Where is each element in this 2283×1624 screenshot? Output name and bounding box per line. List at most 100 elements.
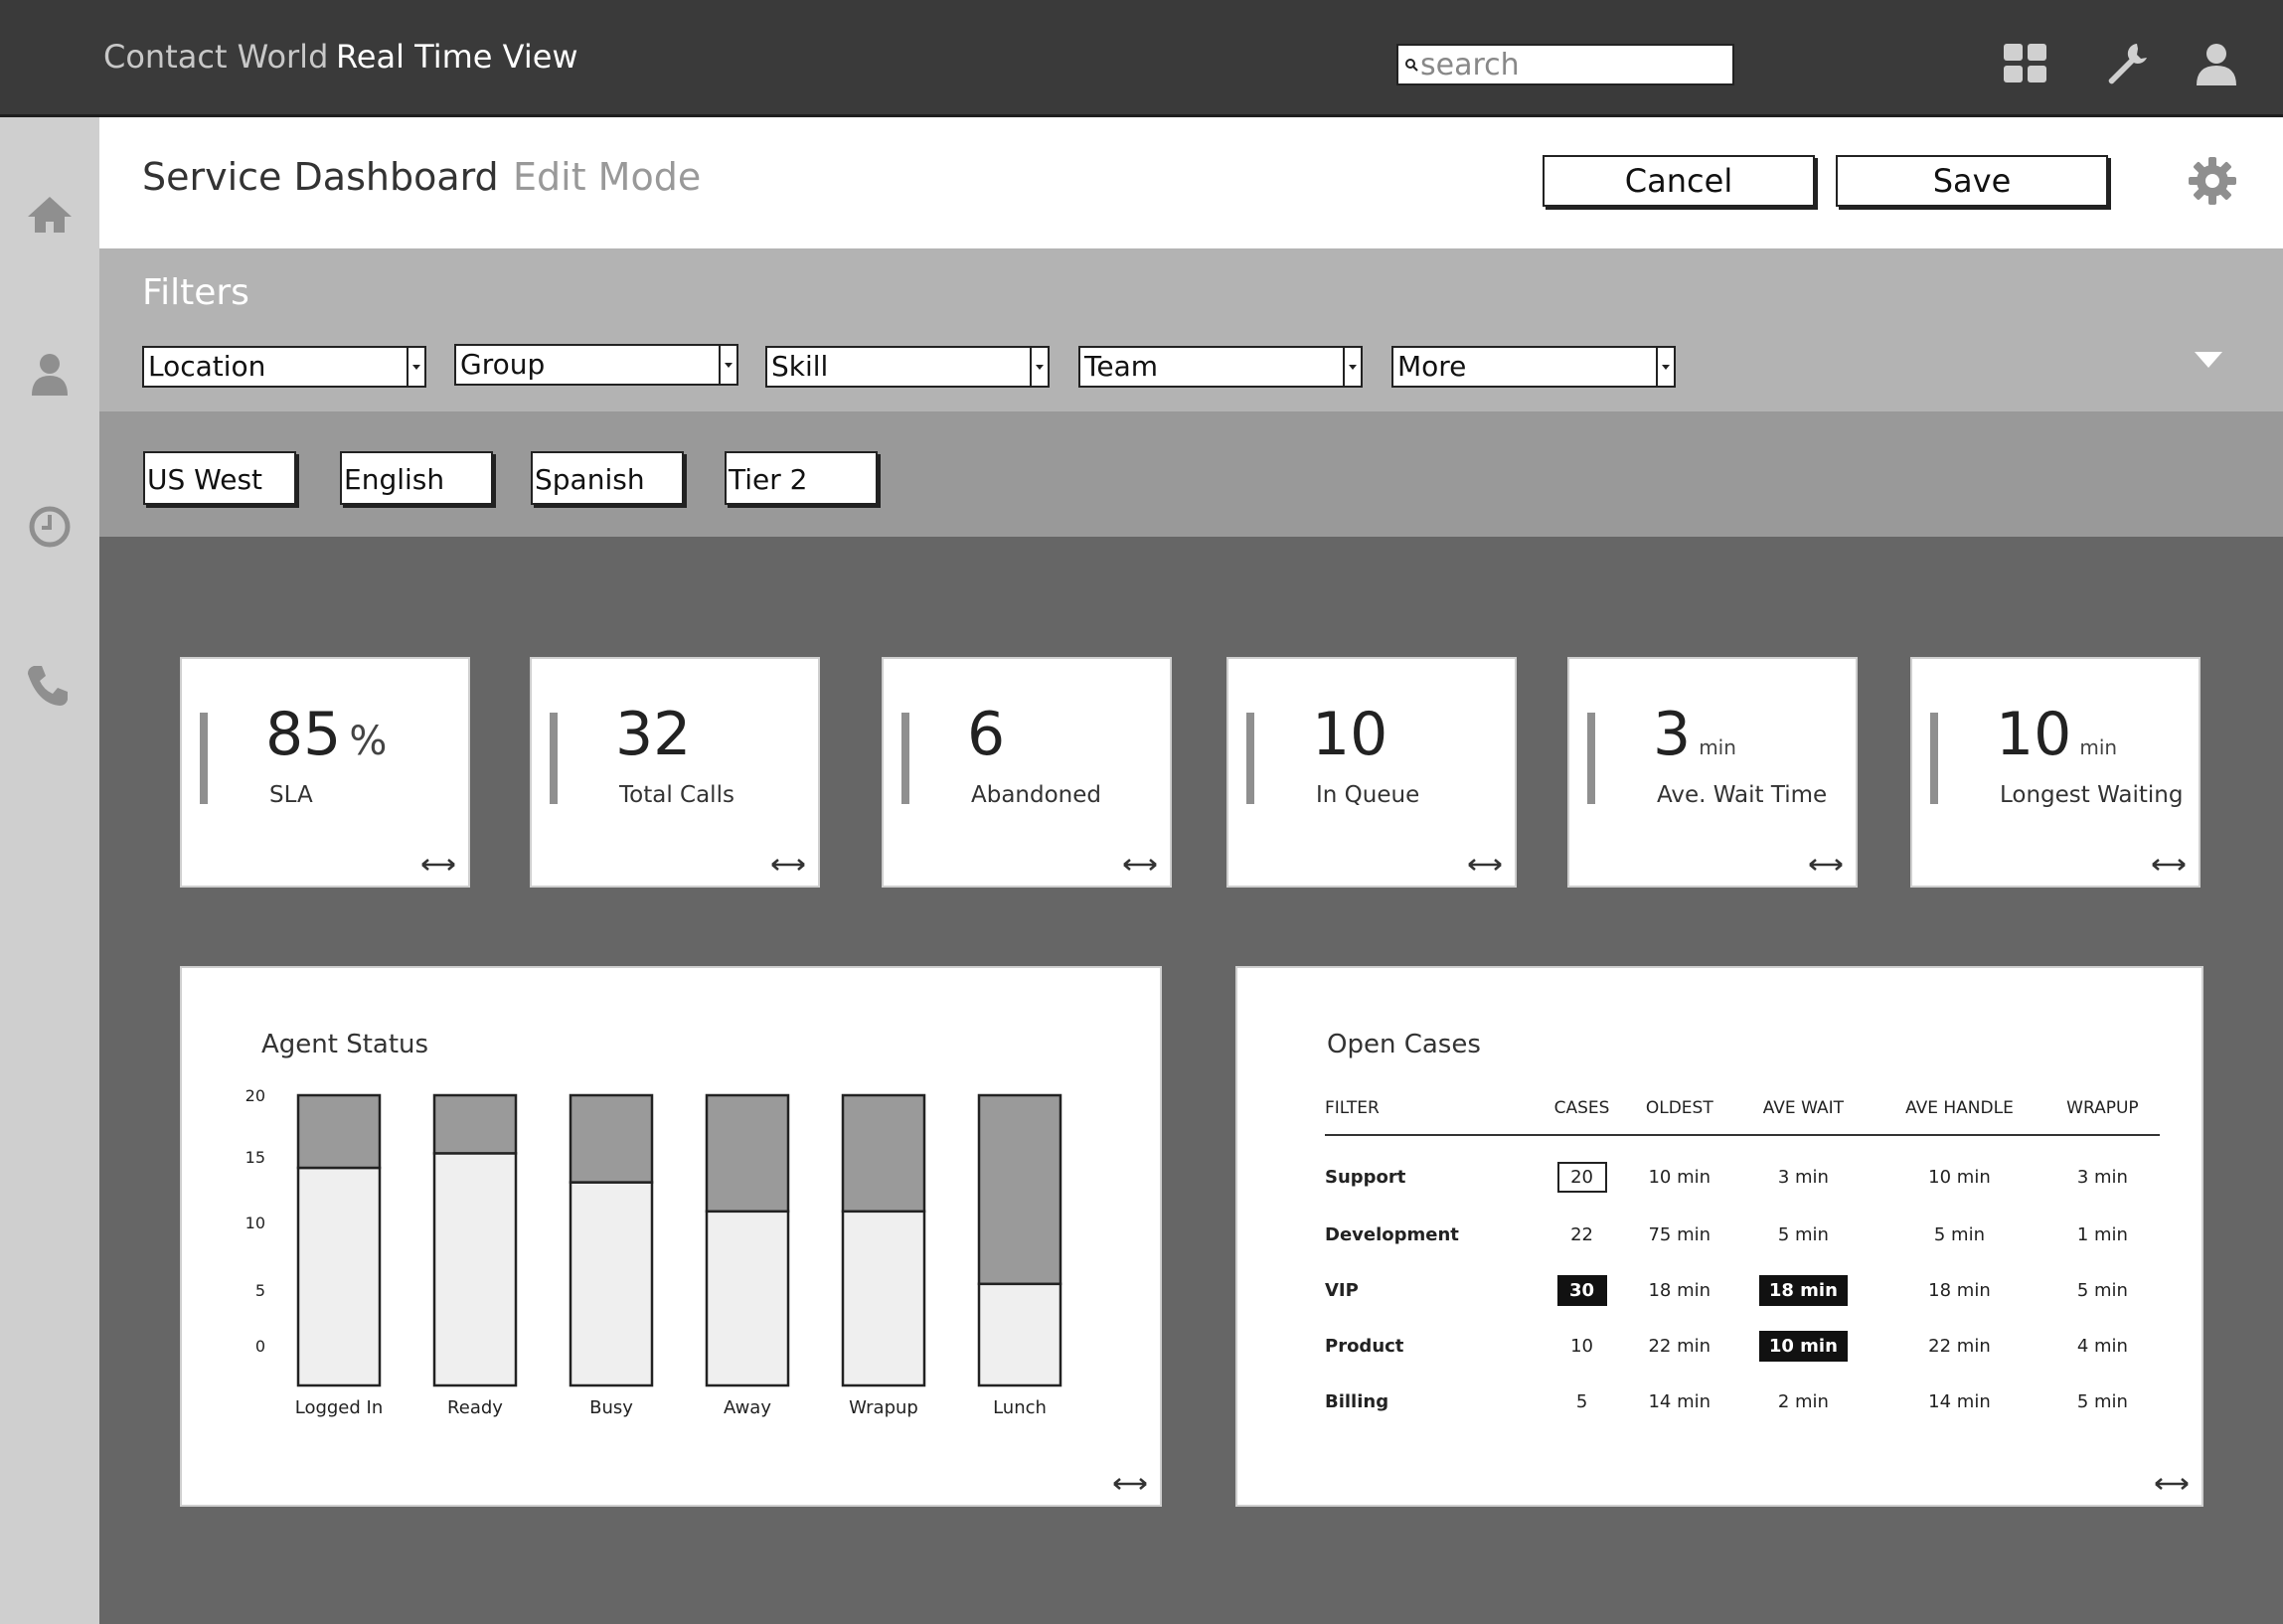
- chip-label: Spanish: [535, 463, 645, 496]
- user-icon[interactable]: [2191, 38, 2242, 89]
- page-title: Service Dashboard: [142, 155, 499, 199]
- kpi-card-ave-wait-time[interactable]: 3 min Ave. Wait Time: [1567, 657, 1858, 888]
- kpi-card-longest-waiting[interactable]: 10 min Longest Waiting: [1910, 657, 2201, 888]
- cell-value: 18 min: [1928, 1279, 1991, 1301]
- dropdown-arrow-icon[interactable]: [407, 348, 424, 386]
- phone-icon[interactable]: [24, 660, 76, 712]
- table-cell: 5 min: [1733, 1207, 1874, 1262]
- column-header[interactable]: CASES: [1538, 1095, 1626, 1136]
- table-row[interactable]: VIP 30 18 min 18 min 18 min 5 min: [1325, 1262, 2160, 1318]
- cell-value: 10: [1570, 1335, 1594, 1357]
- bar-segment-logged-in-0[interactable]: [296, 1166, 382, 1387]
- bar-segment-away-0[interactable]: [705, 1210, 790, 1387]
- filter-chip[interactable]: Tier 2: [725, 451, 878, 505]
- location-dropdown[interactable]: Location: [142, 346, 426, 388]
- skill-dropdown[interactable]: Skill: [765, 346, 1050, 388]
- person-icon[interactable]: [24, 348, 76, 400]
- kpi-accent-bar: [550, 713, 558, 804]
- column-header[interactable]: AVE WAIT: [1732, 1095, 1875, 1136]
- bar-segment-ready-1[interactable]: [432, 1093, 518, 1155]
- bar-segment-wrapup-1[interactable]: [841, 1093, 926, 1214]
- y-tick-label: 5: [255, 1281, 265, 1300]
- table-cell: 14 min: [1874, 1374, 2045, 1429]
- dropdown-label: Skill: [771, 350, 829, 383]
- x-category-label: Lunch: [993, 1397, 1047, 1418]
- resize-icon[interactable]: [1808, 858, 1844, 872]
- open-cases-panel[interactable]: Open Cases FILTER CASES OLDEST AVE WAIT AVE …: [1235, 966, 2203, 1507]
- table-row[interactable]: Product 10 22 min 10 min 22 min 4 min: [1325, 1318, 2160, 1374]
- kpi-card-sla[interactable]: 85% SLA: [180, 657, 470, 888]
- save-button[interactable]: Save: [1836, 155, 2108, 207]
- kpi-card-total-calls[interactable]: 32 Total Calls: [530, 657, 820, 888]
- bar-segment-logged-in-1[interactable]: [296, 1093, 382, 1170]
- search-box[interactable]: [1396, 44, 1734, 85]
- kpi-label: Abandoned: [971, 782, 1102, 808]
- bar-segment-busy-0[interactable]: [569, 1181, 654, 1387]
- kpi-label: Total Calls: [619, 782, 734, 808]
- x-category-label: Wrapup: [849, 1397, 918, 1418]
- resize-icon[interactable]: [2151, 858, 2187, 872]
- kpi-value: 32: [615, 700, 692, 769]
- table-row[interactable]: Billing 5 14 min 2 min 14 min 5 min: [1325, 1374, 2160, 1429]
- view-title[interactable]: Real Time View: [336, 38, 578, 76]
- dropdown-arrow-icon[interactable]: [1343, 348, 1361, 386]
- grid-icon[interactable]: [2000, 38, 2051, 89]
- filter-chip[interactable]: Spanish: [531, 451, 684, 505]
- column-header[interactable]: WRAPUP: [2044, 1095, 2160, 1136]
- resize-icon[interactable]: [770, 858, 806, 872]
- table-cell: 14 min: [1626, 1374, 1733, 1429]
- filter-chip[interactable]: English: [340, 451, 493, 505]
- column-header[interactable]: AVE HANDLE: [1874, 1095, 2045, 1136]
- table-cell: 10: [1538, 1318, 1626, 1374]
- more-dropdown[interactable]: More: [1391, 346, 1676, 388]
- kpi-card-abandoned[interactable]: 6 Abandoned: [882, 657, 1172, 888]
- table-row[interactable]: Development 22 75 min 5 min 5 min 1 min: [1325, 1207, 2160, 1262]
- top-bar: Contact World Real Time View: [0, 0, 2283, 117]
- resize-icon[interactable]: [2154, 1477, 2190, 1491]
- kpi-card-in-queue[interactable]: 10 In Queue: [1226, 657, 1517, 888]
- resize-icon[interactable]: [420, 858, 456, 872]
- app-title[interactable]: Contact World: [103, 38, 328, 76]
- filters-panel: Filters Location Group Skill Team More: [99, 248, 2283, 411]
- resize-icon[interactable]: [1112, 1477, 1148, 1491]
- table-cell: 20: [1538, 1135, 1626, 1207]
- bar-segment-lunch-1[interactable]: [977, 1093, 1062, 1286]
- column-header[interactable]: OLDEST: [1625, 1095, 1733, 1136]
- search-input[interactable]: [1420, 46, 1730, 83]
- resize-icon[interactable]: [1122, 858, 1158, 872]
- clock-icon[interactable]: [24, 501, 76, 553]
- dropdown-arrow-icon[interactable]: [1656, 348, 1674, 386]
- cell-value: Development: [1325, 1223, 1459, 1245]
- cancel-button[interactable]: Cancel: [1543, 155, 1815, 207]
- dropdown-arrow-icon[interactable]: [1030, 348, 1048, 386]
- dropdown-label: Team: [1084, 350, 1159, 383]
- kpi-value: 10: [1312, 700, 1388, 769]
- cell-value: 5 min: [2076, 1279, 2128, 1301]
- search-icon: [1405, 59, 1418, 72]
- table-cell: 5 min: [1874, 1207, 2045, 1262]
- team-dropdown[interactable]: Team: [1078, 346, 1363, 388]
- kpi-unit: min: [1699, 735, 1736, 759]
- table-cell: 5: [1538, 1374, 1626, 1429]
- dropdown-arrow-icon[interactable]: [719, 346, 736, 384]
- bar-segment-ready-0[interactable]: [432, 1152, 518, 1387]
- collapse-chevron-icon[interactable]: [2193, 350, 2224, 370]
- home-icon[interactable]: [24, 189, 76, 241]
- filter-chip[interactable]: US West: [143, 451, 296, 505]
- wrench-icon[interactable]: [2101, 38, 2153, 89]
- table-row[interactable]: Support 20 10 min 3 min 10 min 3 min: [1325, 1135, 2160, 1207]
- row-label: VIP: [1325, 1262, 1538, 1318]
- y-tick-label: 10: [245, 1214, 265, 1232]
- bar-segment-lunch-0[interactable]: [977, 1282, 1062, 1387]
- bar-segment-busy-1[interactable]: [569, 1093, 654, 1184]
- cell-value: 22 min: [1648, 1335, 1712, 1357]
- group-dropdown[interactable]: Group: [454, 344, 738, 386]
- column-header[interactable]: FILTER: [1325, 1095, 1539, 1136]
- chip-label: Tier 2: [729, 463, 808, 496]
- resize-icon[interactable]: [1467, 858, 1503, 872]
- bar-segment-wrapup-0[interactable]: [841, 1210, 926, 1387]
- bar-segment-away-1[interactable]: [705, 1093, 790, 1214]
- gear-icon[interactable]: [2185, 153, 2240, 209]
- kpi-value: 3 min: [1653, 700, 1736, 769]
- agent-status-panel[interactable]: Agent Status 20 15 10 5 0 Logged In Ready Busy A…: [180, 966, 1162, 1507]
